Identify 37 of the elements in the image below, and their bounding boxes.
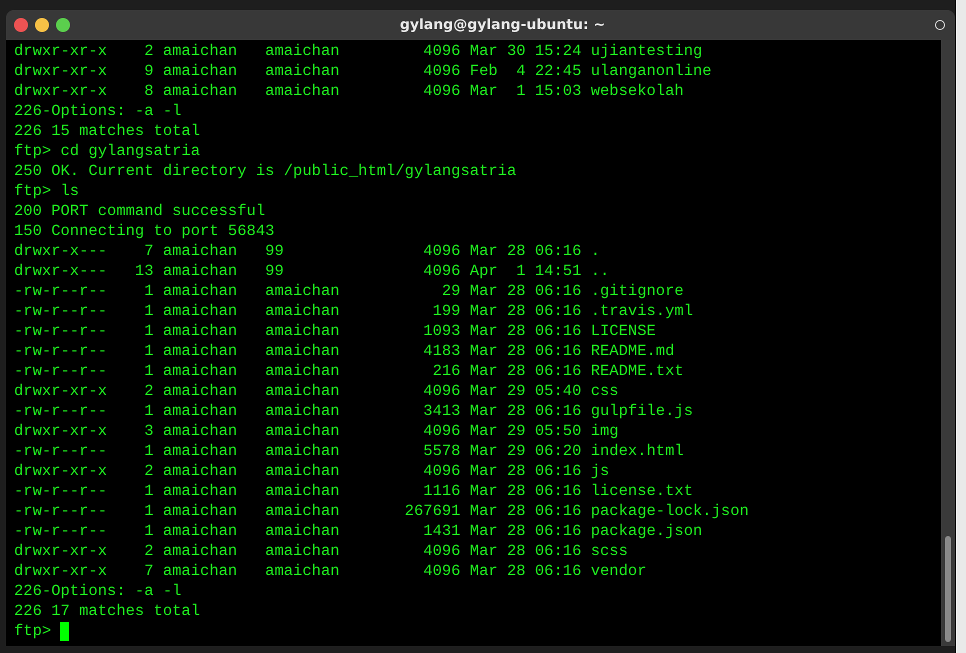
close-button[interactable] (14, 18, 28, 32)
terminal-line: ftp> ls (14, 181, 80, 201)
terminal-line: -rw-r--r-- 1 amaichan amaichan 1116 Mar 28 06:16 license.txt (14, 481, 694, 501)
terminal-line: -rw-r--r-- 1 amaichan amaichan 4183 Mar 28 06:16 README.md (14, 341, 674, 361)
terminal-line: -rw-r--r-- 1 amaichan amaichan 216 Mar 28 06:16 README.txt (14, 361, 684, 381)
terminal-line: 226-Options: -a -l (14, 581, 182, 601)
maximize-button[interactable] (56, 18, 70, 32)
terminal-line: 226 15 matches total (14, 121, 200, 141)
terminal-line: drwxr-xr-x 2 amaichan amaichan 4096 Mar 30 15:24 ujiantesting (14, 41, 702, 61)
terminal-line: drwxr-xr-x 7 amaichan amaichan 4096 Mar 28 06:16 vendor (14, 561, 647, 581)
terminal-line: -rw-r--r-- 1 amaichan amaichan 29 Mar 28 06:16 .gitignore (14, 281, 684, 301)
terminal-line: -rw-r--r-- 1 amaichan amaichan 3413 Mar 28 06:16 gulpfile.js (14, 401, 694, 421)
terminal-line: 150 Connecting to port 56843 (14, 221, 274, 241)
terminal-line: drwxr-xr-x 2 amaichan amaichan 4096 Mar 28 06:16 scss (14, 541, 628, 561)
terminal-line: drwxr-xr-x 8 amaichan amaichan 4096 Mar 1 15:03 websekolah (14, 81, 684, 101)
terminal-line: drwxr-xr-x 2 amaichan amaichan 4096 Mar 29 05:40 css (14, 381, 619, 401)
terminal-line: -rw-r--r-- 1 amaichan amaichan 199 Mar 28 06:16 .travis.yml (14, 301, 694, 321)
terminal-line: 226 17 matches total (14, 601, 200, 621)
terminal-line: ftp> cd gylangsatria (14, 141, 200, 161)
minimize-button[interactable] (35, 18, 49, 32)
terminal-prompt: ftp> (14, 621, 52, 641)
terminal-line: -rw-r--r-- 1 amaichan amaichan 267691 Mar 28 06:16 package-lock.json (14, 501, 749, 521)
circle-icon[interactable] (935, 20, 945, 30)
terminal-line: 250 OK. Current directory is /public_html/gylangsatria (14, 161, 516, 181)
terminal-line: -rw-r--r-- 1 amaichan amaichan 5578 Mar 29 06:20 index.html (14, 441, 684, 461)
text-cursor (60, 622, 70, 640)
terminal-line: drwxr-x--- 7 amaichan 99 4096 Mar 28 06:16 . (14, 241, 600, 261)
terminal-line: 200 PORT command successful (14, 201, 266, 221)
window-title: gylang@gylang-ubuntu: ~ (398, 17, 606, 33)
terminal-line: -rw-r--r-- 1 amaichan amaichan 1093 Mar 28 06:16 LICENSE (14, 321, 656, 341)
terminal-line: drwxr-xr-x 9 amaichan amaichan 4096 Feb 4 22:45 ulanganonline (14, 61, 712, 81)
terminal-line: -rw-r--r-- 1 amaichan amaichan 1431 Mar 28 06:16 package.json (14, 521, 702, 541)
scrollbar-thumb[interactable] (945, 536, 951, 642)
terminal-line: drwxr-xr-x 3 amaichan amaichan 4096 Mar 29 05:50 img (14, 421, 619, 441)
terminal-line: drwxr-xr-x 2 amaichan amaichan 4096 Mar 28 06:16 js (14, 461, 610, 481)
terminal-line: drwxr-x--- 13 amaichan 99 4096 Apr 1 14:51 .. (14, 261, 610, 281)
terminal-line: 226-Options: -a -l (14, 101, 182, 121)
